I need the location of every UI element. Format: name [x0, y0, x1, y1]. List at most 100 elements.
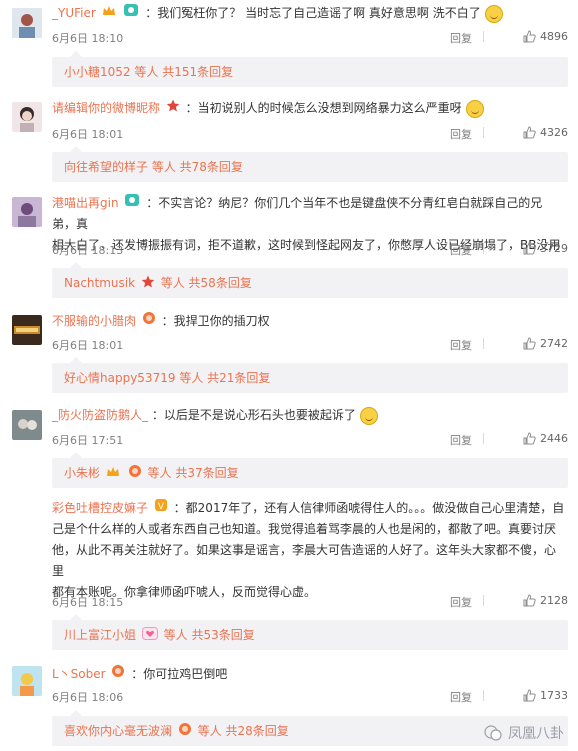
comment-text-line: 己是个什么样的人或者东西自己也知道。我觉得追着骂李晨的人也是闲的，都散了吧。真要… — [52, 522, 557, 536]
reply-count-link[interactable]: 等人 共37条回复 — [148, 466, 239, 480]
reply-button[interactable]: 回复 — [450, 337, 472, 353]
reply-count-link[interactable]: 等人 共53条回复 — [164, 628, 255, 642]
comment-body: _防火防盗防鹅人_ ：以后是不是说心形石头也要被起诉了 — [52, 405, 566, 426]
reply-count-link[interactable]: 等人 共151条回复 — [134, 65, 233, 79]
comment-text: ：你可拉鸡巴倒吧 — [131, 667, 228, 681]
reply-user[interactable]: Nachtmusik — [64, 276, 135, 290]
comment-date: 6月6日 18:06 — [52, 691, 124, 704]
like-button[interactable]: 3729 — [523, 242, 568, 255]
reply-user[interactable]: 小朱彬 — [64, 466, 100, 480]
avatar[interactable] — [12, 410, 42, 440]
hongbao-badge-icon — [142, 311, 156, 332]
comment-body: _YUFier ：我们冤枉你了？ 当时忘了自己造谣了啊 真好意思啊 洗不白了 — [52, 3, 566, 24]
like-count: 4896 — [540, 30, 568, 43]
vip-badge-icon: V — [154, 498, 168, 519]
like-button[interactable]: 2446 — [523, 432, 568, 445]
avatar[interactable] — [12, 8, 42, 38]
comment-text: ：当初说别人的时候怎么没想到网络暴力这么严重呀 — [185, 101, 462, 115]
smile-emoji-icon — [484, 4, 503, 23]
reply-user[interactable]: 好心情happy53719 — [64, 371, 175, 385]
reply-count-link[interactable]: 等人 共58条回复 — [161, 276, 252, 290]
comment-date: 6月6日 18:01 — [52, 128, 124, 141]
reply-button[interactable]: 回复 — [450, 242, 472, 258]
comment-date: 6月6日 18:10 — [52, 32, 124, 45]
username[interactable]: _防火防盗防鹅人_ — [52, 408, 148, 422]
star-badge-icon — [166, 98, 180, 119]
username[interactable]: 请编辑你的微博昵称 — [52, 101, 160, 115]
reply-count-link[interactable]: 等人 共21条回复 — [179, 371, 270, 385]
caret — [70, 146, 82, 152]
reply-button[interactable]: 回复 — [450, 30, 472, 46]
username[interactable]: 不服输的小腊肉 — [52, 314, 136, 328]
caret — [70, 452, 82, 458]
avatar-image — [12, 8, 42, 38]
caret — [70, 262, 82, 268]
avatar-image — [12, 102, 42, 132]
comment-meta: 6月6日 18:06 回复 1733 — [52, 689, 568, 707]
like-count: 4326 — [540, 126, 568, 139]
thumbs-up-icon — [523, 126, 536, 139]
like-button[interactable]: 1733 — [523, 689, 568, 702]
like-count: 2128 — [540, 594, 568, 607]
comment-meta: 6月6日 17:51 回复 2446 — [52, 432, 568, 450]
avatar-image — [12, 197, 42, 227]
reply-summary[interactable]: 向往希望的样子 等人 共78条回复 — [52, 146, 568, 182]
comment-date: 6月6日 18:13 — [52, 244, 124, 257]
divider — [483, 433, 484, 444]
comment-date: 6月6日 18:15 — [52, 596, 124, 609]
reply-user[interactable]: 喜欢你内心毫无波澜 — [64, 724, 172, 738]
reply-user[interactable]: 川上富江小姐 — [64, 628, 136, 642]
crown-badge-icon — [102, 3, 116, 24]
comment-text: ：我们冤枉你了？ 当时忘了自己造谣了啊 真好意思啊 洗不白了 — [145, 6, 481, 20]
reply-summary[interactable]: 小朱彬 等人 共37条回复 — [52, 452, 568, 489]
watermark: 凤凰八卦 — [484, 723, 564, 743]
reply-button[interactable]: 回复 — [450, 432, 472, 448]
comment-meta: 6月6日 18:01 回复 4326 — [52, 126, 568, 144]
reply-summary[interactable]: 川上富江小姐 等人 共53条回复 — [52, 614, 568, 651]
comment-body: 请编辑你的微博昵称 ：当初说别人的时候怎么没想到网络暴力这么严重呀 — [52, 98, 566, 119]
avatar[interactable] — [12, 315, 42, 345]
like-button[interactable]: 2742 — [523, 337, 568, 350]
thumbs-up-icon — [523, 337, 536, 350]
like-count: 1733 — [540, 689, 568, 702]
divider — [483, 595, 484, 606]
reply-count-link[interactable]: 等人 共28条回复 — [198, 724, 289, 738]
like-button[interactable]: 2128 — [523, 594, 568, 607]
wechat-logo-icon — [484, 725, 502, 741]
like-button[interactable]: 4896 — [523, 30, 568, 43]
avatar[interactable] — [12, 102, 42, 132]
comment-date: 6月6日 18:01 — [52, 339, 124, 352]
username[interactable]: _YUFier — [52, 6, 96, 20]
hongbao-badge-icon — [128, 459, 142, 489]
svg-text:V: V — [158, 502, 165, 512]
avatar-image — [12, 410, 42, 440]
reply-button[interactable]: 回复 — [450, 689, 472, 705]
username[interactable]: 彩色吐槽控皮嫲子 — [52, 501, 148, 515]
comment-text: ：我捍卫你的插刀权 — [161, 314, 270, 328]
reply-button[interactable]: 回复 — [450, 594, 472, 610]
caret — [70, 710, 82, 716]
like-count: 2742 — [540, 337, 568, 350]
username[interactable]: L丶Sober — [52, 667, 106, 681]
caret — [70, 51, 82, 57]
avatar[interactable] — [12, 197, 42, 227]
reply-summary[interactable]: Nachtmusik 等人 共58条回复 — [52, 262, 568, 298]
avatar[interactable] — [12, 666, 42, 696]
reply-button[interactable]: 回复 — [450, 126, 472, 142]
reply-count-link[interactable]: 等人 共78条回复 — [152, 160, 243, 174]
username[interactable]: 港喵出再gin — [52, 196, 119, 210]
heart-badge-icon — [141, 621, 158, 651]
reply-summary[interactable]: 小小糖1052 等人 共151条回复 — [52, 51, 568, 87]
reply-user[interactable]: 向往希望的样子 — [64, 160, 148, 174]
reply-user[interactable]: 小小糖1052 — [64, 65, 131, 79]
thumbs-up-icon — [523, 689, 536, 702]
thumbs-up-icon — [523, 30, 536, 43]
vip-badge-icon — [123, 3, 139, 24]
comment-meta: 6月6日 18:13 回复 3729 — [52, 242, 568, 260]
comment-date: 6月6日 17:51 — [52, 434, 124, 447]
thumbs-up-icon — [523, 594, 536, 607]
comment-body: 不服输的小腊肉 ：我捍卫你的插刀权 — [52, 311, 566, 332]
reply-summary[interactable]: 好心情happy53719 等人 共21条回复 — [52, 357, 568, 393]
like-button[interactable]: 4326 — [523, 126, 568, 139]
caret — [70, 614, 82, 620]
